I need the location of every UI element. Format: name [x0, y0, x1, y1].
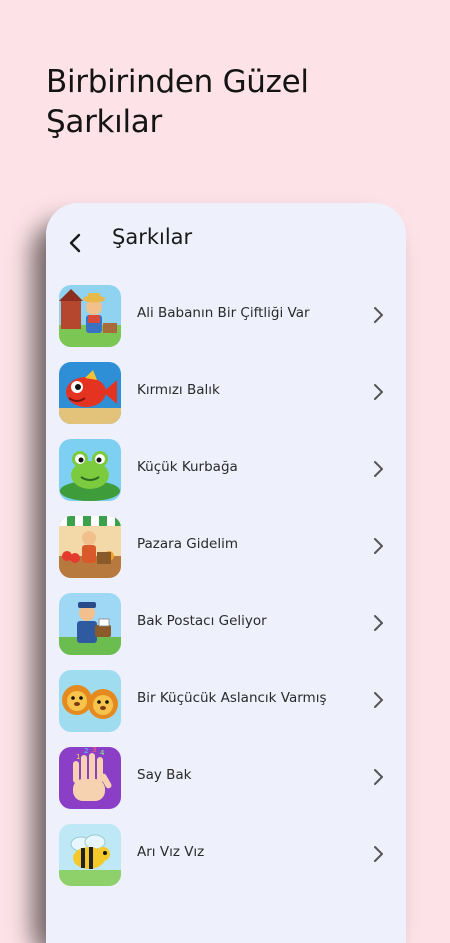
song-title: Kırmızı Balık	[137, 382, 220, 398]
phone-screen: Şarkılar Ali Babanın Bir Çiftliği Var Kı…	[46, 203, 406, 943]
song-item-kucuk-kurbaga[interactable]: Küçük Kurbağa	[46, 435, 406, 512]
headline-line-2: Şarkılar	[46, 104, 162, 140]
headline-line-1: Birbirinden Güzel	[46, 64, 309, 100]
market-thumbnail	[59, 516, 121, 578]
chevron-right-icon	[374, 615, 383, 631]
frog-thumbnail	[59, 439, 121, 501]
postman-thumbnail	[59, 593, 121, 655]
song-title: Pazara Gidelim	[137, 536, 239, 552]
chevron-right-icon	[374, 307, 383, 323]
svg-text:3: 3	[92, 747, 96, 754]
song-title: Say Bak	[137, 767, 192, 783]
song-title: Bak Postacı Geliyor	[137, 613, 267, 629]
chevron-right-icon	[374, 461, 383, 477]
bee-thumbnail	[59, 824, 121, 886]
song-item-bak-postaci[interactable]: Bak Postacı Geliyor	[46, 589, 406, 666]
song-item-aslancik[interactable]: Bir Küçücük Aslancık Varmış	[46, 666, 406, 743]
counting-hand-thumbnail: 1 2 3 4	[59, 747, 121, 809]
farmer-thumbnail	[59, 285, 121, 347]
chevron-right-icon	[374, 384, 383, 400]
chevron-right-icon	[374, 692, 383, 708]
song-item-say-bak[interactable]: 1 2 3 4 Say Bak	[46, 743, 406, 820]
song-item-ari-viz-viz[interactable]: Arı Vız Vız	[46, 820, 406, 897]
song-item-kirmizi-balik[interactable]: Kırmızı Balık	[46, 358, 406, 435]
svg-text:4: 4	[100, 749, 105, 757]
red-fish-thumbnail	[59, 362, 121, 424]
page-title: Şarkılar	[112, 225, 193, 249]
song-title: Küçük Kurbağa	[137, 459, 238, 475]
chevron-right-icon	[374, 538, 383, 554]
chevron-right-icon	[374, 846, 383, 862]
svg-text:1: 1	[76, 753, 80, 761]
app-bar: Şarkılar	[46, 203, 406, 279]
svg-text:2: 2	[84, 747, 88, 755]
back-button[interactable]	[56, 223, 96, 263]
lion-thumbnail	[59, 670, 121, 732]
song-title: Arı Vız Vız	[137, 844, 205, 860]
chevron-right-icon	[374, 769, 383, 785]
song-title: Ali Babanın Bir Çiftliği Var	[137, 305, 310, 321]
chevron-left-icon	[69, 233, 81, 253]
song-title: Bir Küçücük Aslancık Varmış	[137, 690, 327, 706]
song-item-pazara-gidelim[interactable]: Pazara Gidelim	[46, 512, 406, 589]
song-list: Ali Babanın Bir Çiftliği Var Kırmızı Bal…	[46, 281, 406, 897]
headline: Birbirinden Güzel Şarkılar	[46, 62, 406, 142]
song-item-ali-baba[interactable]: Ali Babanın Bir Çiftliği Var	[46, 281, 406, 358]
